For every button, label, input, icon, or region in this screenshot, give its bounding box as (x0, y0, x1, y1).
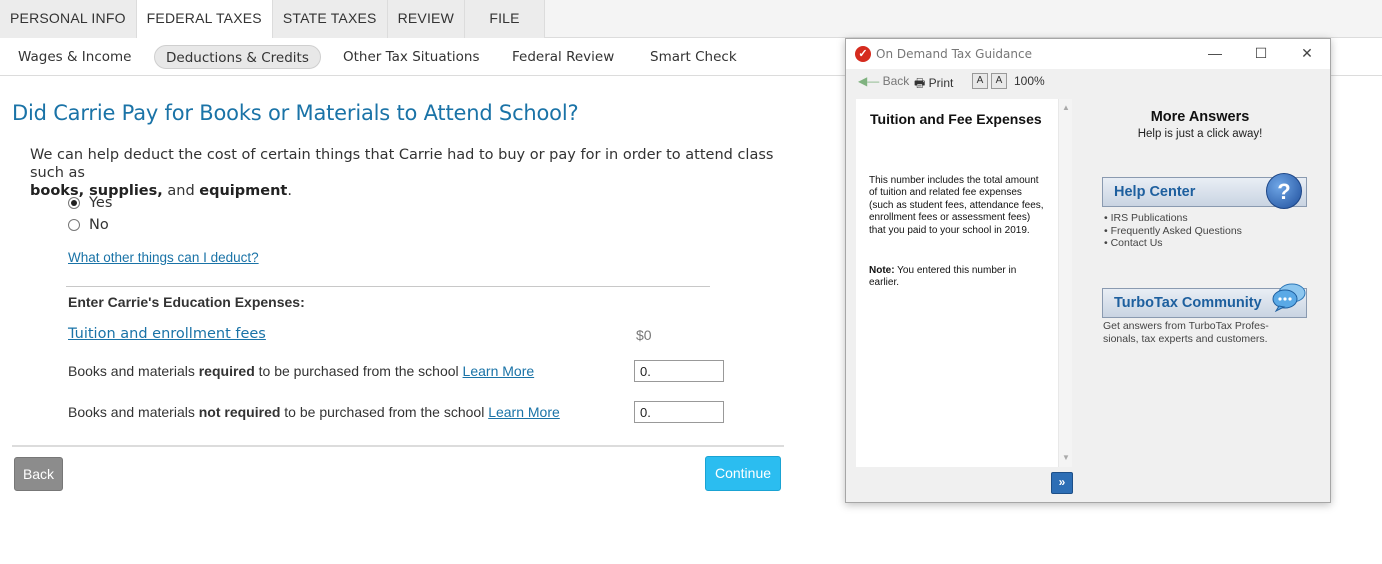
guidance-window: ✓ On Demand Tax Guidance — ☐ ✕ ◀— Back 🖶… (845, 38, 1331, 503)
guidance-print-button[interactable]: 🖶 Print (914, 74, 953, 95)
radio-yes[interactable] (68, 197, 80, 209)
zoom-level: 100% (1014, 74, 1045, 88)
radio-no-row[interactable]: No (68, 217, 109, 233)
subnav-wages-income[interactable]: Wages & Income (18, 45, 131, 69)
guidance-window-title: On Demand Tax Guidance (876, 47, 1032, 61)
tab-federal-taxes[interactable]: FEDERAL TAXES (136, 0, 273, 39)
help-center-button[interactable]: Help Center ? (1102, 173, 1307, 209)
scroll-down-icon[interactable]: ▼ (1062, 453, 1070, 462)
guidance-scrollbar[interactable]: ▲ ▼ (1058, 99, 1072, 467)
back-button[interactable]: Back (14, 457, 63, 491)
more-answers-title: More Answers (1150, 109, 1250, 125)
help-link-irs-publications[interactable]: IRS Publications (1104, 212, 1242, 225)
printer-icon: 🖶 (914, 76, 926, 90)
subnav-deductions-credits[interactable]: Deductions & Credits (154, 45, 321, 69)
guidance-next-button[interactable]: » (1051, 472, 1073, 494)
tuition-value: $0 (636, 327, 652, 343)
community-label: TurboTax Community (1114, 295, 1262, 311)
help-links-list: IRS Publications Frequently Asked Questi… (1104, 212, 1242, 250)
education-expenses-heading: Enter Carrie's Education Expenses: (68, 294, 305, 310)
community-description: Get answers from TurboTax Profes- sional… (1103, 320, 1303, 345)
guidance-note: Note: You entered this number in earlier… (869, 265, 1049, 290)
radio-no[interactable] (68, 219, 80, 231)
checkmark-icon: ✓ (855, 46, 871, 62)
books-not-required-pre: Books and materials (68, 404, 195, 420)
books-required-bold: required (198, 363, 255, 379)
scroll-up-icon[interactable]: ▲ (1062, 103, 1070, 112)
intro-period: . (287, 183, 292, 199)
learn-more-not-required-link[interactable]: Learn More (488, 404, 560, 420)
radio-yes-row[interactable]: Yes (68, 195, 112, 211)
guidance-body: This number includes the total amount of… (869, 175, 1044, 236)
guidance-back-label: Back (882, 74, 910, 88)
chat-bubbles-icon (1272, 283, 1306, 312)
intro-sentence: We can help deduct the cost of certain t… (30, 147, 774, 181)
turbotax-community-button[interactable]: TurboTax Community (1102, 283, 1307, 318)
tab-file[interactable]: FILE (465, 0, 546, 38)
back-arrow-icon: ◀— (858, 74, 880, 88)
guidance-note-label: Note: (869, 265, 895, 276)
maximize-icon[interactable]: ☐ (1250, 43, 1272, 63)
question-mark-icon: ? (1266, 173, 1302, 209)
what-else-deduct-link[interactable]: What other things can I deduct? (68, 250, 259, 265)
subnav-federal-review[interactable]: Federal Review (512, 45, 614, 69)
intro-and: and (167, 183, 195, 199)
more-answers-subtitle: Help is just a click away! (1137, 128, 1263, 140)
divider (66, 286, 710, 287)
books-required-post: to be purchased from the school (258, 363, 459, 379)
footer-divider (12, 445, 784, 447)
guidance-content-pane: Tuition and Fee Expenses This number inc… (856, 99, 1058, 467)
guidance-titlebar: ✓ On Demand Tax Guidance — ☐ ✕ (846, 39, 1330, 69)
community-desc-line2: sionals, tax experts and customers. (1103, 332, 1268, 345)
books-not-required-bold: not required (198, 404, 281, 420)
books-not-required-input[interactable] (634, 401, 724, 423)
font-larger-button[interactable]: A (991, 73, 1007, 89)
help-link-faq[interactable]: Frequently Asked Questions (1104, 225, 1242, 238)
guidance-toolbar: ◀— Back 🖶 Print A A 100% (846, 69, 1330, 95)
books-required-input[interactable] (634, 360, 724, 382)
help-center-label: Help Center (1114, 184, 1196, 200)
tab-personal-info[interactable]: PERSONAL INFO (0, 0, 137, 38)
font-smaller-button[interactable]: A (972, 73, 988, 89)
minimize-icon[interactable]: — (1204, 43, 1226, 63)
page-title: Did Carrie Pay for Books or Materials to… (12, 101, 579, 125)
radio-no-label: No (89, 217, 109, 233)
help-link-contact-us[interactable]: Contact Us (1104, 237, 1242, 250)
books-required-label: Books and materials required to be purch… (68, 363, 534, 379)
tab-review[interactable]: REVIEW (387, 0, 466, 38)
intro-bold-equipment: equipment (199, 183, 288, 199)
books-required-pre: Books and materials (68, 363, 195, 379)
subnav-other-tax-situations[interactable]: Other Tax Situations (343, 45, 480, 69)
radio-yes-label: Yes (89, 195, 113, 211)
books-not-required-label: Books and materials not required to be p… (68, 404, 560, 420)
top-tabs: PERSONAL INFO FEDERAL TAXES STATE TAXES … (0, 0, 1382, 39)
community-desc-line1: Get answers from TurboTax Profes- (1103, 320, 1269, 332)
continue-button[interactable]: Continue (705, 456, 781, 491)
subnav-smart-check[interactable]: Smart Check (650, 45, 737, 69)
tab-state-taxes[interactable]: STATE TAXES (272, 0, 388, 38)
guidance-back-button[interactable]: ◀— Back (858, 74, 909, 88)
books-not-required-post: to be purchased from the school (284, 404, 485, 420)
close-icon[interactable]: ✕ (1296, 43, 1318, 63)
tuition-fees-link[interactable]: Tuition and enrollment fees (68, 326, 266, 342)
intro-text: We can help deduct the cost of certain t… (30, 146, 790, 200)
guidance-print-label: Print (928, 76, 954, 90)
guidance-heading: Tuition and Fee Expenses (870, 111, 1042, 127)
learn-more-required-link[interactable]: Learn More (463, 363, 535, 379)
